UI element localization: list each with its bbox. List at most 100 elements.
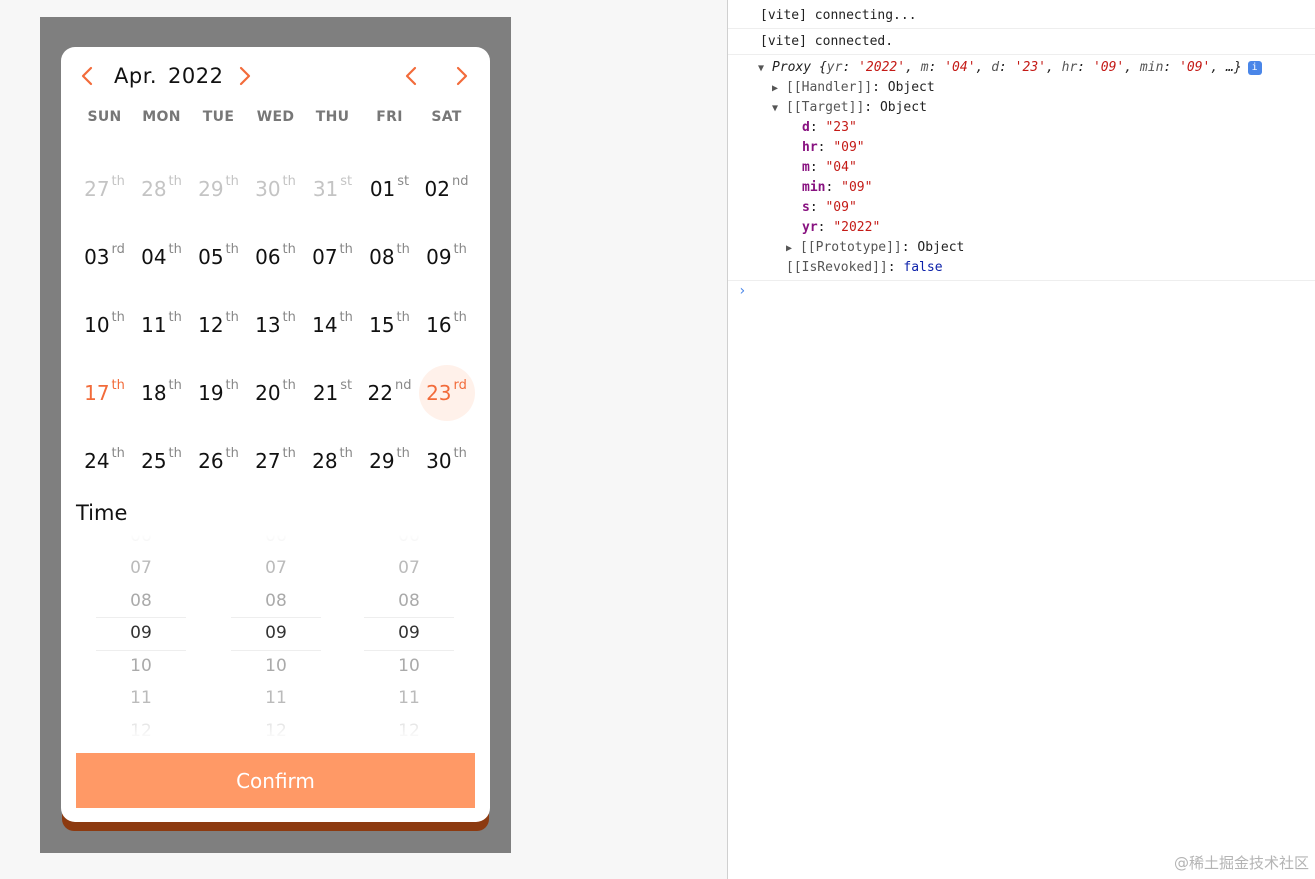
proxy-object-row[interactable]: ▼ Proxy {yr: '2022', m: '04', d: '23', hr… (758, 58, 1262, 79)
confirm-button[interactable]: Confirm (76, 753, 475, 808)
wheel-item-selected[interactable]: 09 (231, 623, 321, 643)
minute-wheel[interactable]: 06 07 08 09 10 11 12 (231, 535, 321, 740)
day-number: 30 (255, 177, 281, 201)
day-number: 11 (141, 313, 167, 337)
preview-value: '09' (1179, 60, 1211, 75)
calendar-day[interactable]: 20th (247, 359, 304, 427)
field-key: hr (802, 140, 818, 155)
calendar-day[interactable]: 16th (418, 291, 475, 359)
preview-key: hr (1061, 60, 1078, 75)
calendar-day[interactable]: 05th (190, 223, 247, 291)
prev-year-chevron-icon[interactable] (401, 65, 423, 87)
calendar-day[interactable]: 06th (247, 223, 304, 291)
collapsed-triangle-icon[interactable]: ▶ (786, 239, 800, 259)
calendar-day[interactable]: 19th (190, 359, 247, 427)
wheel-item[interactable]: 12 (96, 721, 186, 741)
wheel-item[interactable]: 06 (96, 535, 186, 546)
wheel-item-selected[interactable]: 09 (96, 623, 186, 643)
expanded-triangle-icon[interactable]: ▼ (772, 99, 786, 119)
wheel-item[interactable]: 06 (364, 535, 454, 546)
collapsed-triangle-icon[interactable]: ▶ (772, 79, 786, 99)
isrevoked-row: [[IsRevoked]]: false (786, 260, 943, 275)
day-suffix: th (168, 377, 182, 393)
target-row[interactable]: ▼ [[Target]]: Object (772, 98, 927, 119)
calendar-day[interactable]: 15th (361, 291, 418, 359)
day-number: 28 (141, 177, 167, 201)
day-number: 19 (198, 381, 224, 405)
calendar-day[interactable]: 22nd (361, 359, 418, 427)
wheel-item[interactable]: 11 (231, 688, 321, 708)
calendar-day[interactable]: 09th (418, 223, 475, 291)
day-suffix: th (339, 241, 353, 257)
wheel-item[interactable]: 08 (96, 591, 186, 611)
day-number: 25 (141, 449, 167, 473)
next-year-chevron-icon[interactable] (450, 65, 472, 87)
day-suffix: st (397, 173, 410, 189)
console-prompt-icon[interactable]: › (738, 283, 746, 299)
wheel-item[interactable]: 07 (231, 558, 321, 578)
weekday-sun: SUN (87, 109, 122, 125)
calendar-day[interactable]: 27th (76, 155, 133, 223)
day-suffix: th (225, 377, 239, 393)
preview-value: '23' (1014, 60, 1046, 75)
calendar-day[interactable]: 28th (304, 427, 361, 495)
day-number: 17 (84, 381, 110, 405)
day-suffix: th (282, 377, 296, 393)
day-number: 18 (141, 381, 167, 405)
calendar-day[interactable]: 07th (304, 223, 361, 291)
wheel-item[interactable]: 08 (364, 591, 454, 611)
day-number: 27 (255, 449, 281, 473)
wheel-item[interactable]: 12 (231, 721, 321, 741)
wheel-item[interactable]: 07 (364, 558, 454, 578)
next-month-chevron-icon[interactable] (233, 65, 255, 87)
calendar-day-selected[interactable]: 23rd (418, 359, 475, 427)
day-number: 21 (312, 381, 339, 405)
calendar-day[interactable]: 28th (133, 155, 190, 223)
calendar-day-today[interactable]: 17th (76, 359, 133, 427)
calendar-day[interactable]: 13th (247, 291, 304, 359)
calendar-day[interactable]: 08th (361, 223, 418, 291)
calendar-day[interactable]: 10th (76, 291, 133, 359)
calendar-day[interactable]: 26th (190, 427, 247, 495)
month-label[interactable]: Apr. (114, 61, 157, 91)
calendar-day[interactable]: 21st (304, 359, 361, 427)
wheel-item[interactable]: 12 (364, 721, 454, 741)
calendar-day[interactable]: 14th (304, 291, 361, 359)
calendar-day[interactable]: 27th (247, 427, 304, 495)
prototype-row[interactable]: ▶ [[Prototype]]: Object (786, 238, 964, 259)
calendar-day[interactable]: 18th (133, 359, 190, 427)
second-wheel[interactable]: 06 07 08 09 10 11 12 (364, 535, 454, 740)
calendar-day[interactable]: 25th (133, 427, 190, 495)
wheel-item[interactable]: 10 (96, 656, 186, 676)
wheel-item[interactable]: 08 (231, 591, 321, 611)
calendar-day[interactable]: 29th (190, 155, 247, 223)
expanded-triangle-icon[interactable]: ▼ (758, 59, 772, 79)
wheel-item[interactable]: 07 (96, 558, 186, 578)
year-label[interactable]: 2022 (168, 61, 223, 91)
calendar-day[interactable]: 30th (418, 427, 475, 495)
hour-wheel[interactable]: 06 07 08 09 10 11 12 (96, 535, 186, 740)
calendar-day[interactable]: 31st (304, 155, 361, 223)
wheel-item[interactable]: 06 (231, 535, 321, 546)
calendar-day[interactable]: 24th (76, 427, 133, 495)
wheel-item[interactable]: 10 (364, 656, 454, 676)
calendar-day[interactable]: 11th (133, 291, 190, 359)
day-suffix: th (282, 309, 296, 325)
calendar-day[interactable]: 01st (361, 155, 418, 223)
calendar-day[interactable]: 30th (247, 155, 304, 223)
wheel-item[interactable]: 11 (364, 688, 454, 708)
calendar-header: Apr. 2022 (61, 61, 490, 91)
calendar-day[interactable]: 29th (361, 427, 418, 495)
handler-row[interactable]: ▶ [[Handler]]: Object (772, 78, 935, 99)
weekday-thu: THU (315, 109, 350, 125)
prev-month-chevron-icon[interactable] (77, 65, 99, 87)
calendar-day[interactable]: 03rd (76, 223, 133, 291)
wheel-item[interactable]: 10 (231, 656, 321, 676)
calendar-day[interactable]: 02nd (418, 155, 475, 223)
calendar-day[interactable]: 04th (133, 223, 190, 291)
day-suffix: th (282, 445, 296, 461)
calendar-day[interactable]: 12th (190, 291, 247, 359)
wheel-item-selected[interactable]: 09 (364, 623, 454, 643)
info-icon[interactable]: i (1247, 60, 1262, 75)
wheel-item[interactable]: 11 (96, 688, 186, 708)
